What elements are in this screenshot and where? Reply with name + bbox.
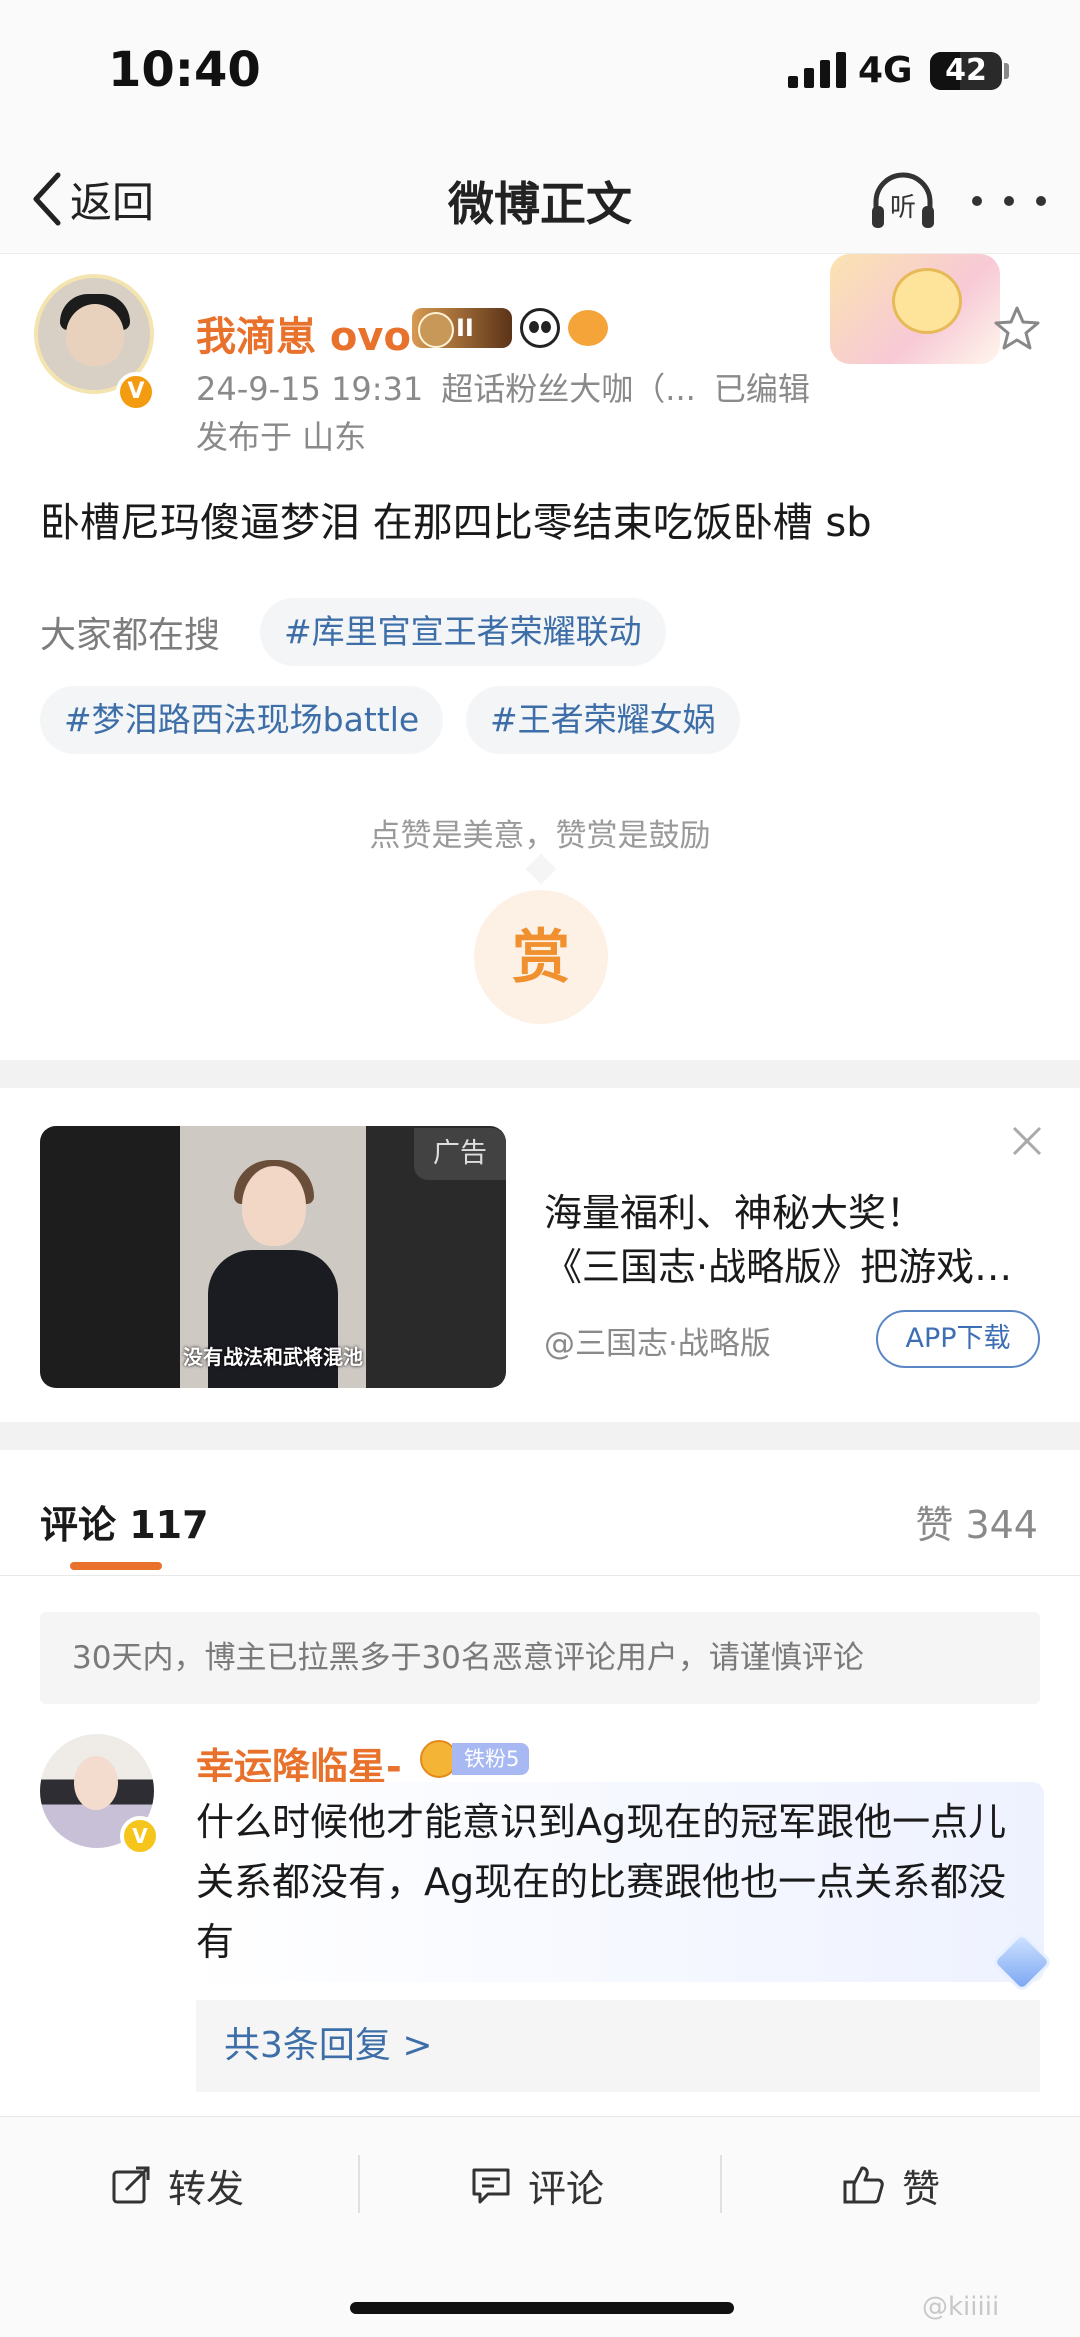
comment-text: 什么时候他才能意识到Ag现在的冠军跟他一点儿关系都没有，Ag现在的比赛跟他也一点… xyxy=(196,1800,1007,1964)
watermark: @kiiiii xyxy=(922,2292,1000,2322)
active-tab-indicator xyxy=(70,1562,162,1570)
post-location: 发布于 山东 xyxy=(196,418,367,456)
ad-video-subtitle: 没有战法和武将混池 xyxy=(183,1345,363,1369)
ad-title-line2: 《三国志·战略版》把游戏福利送给你 xyxy=(544,1245,1034,1289)
like-button[interactable]: 赞 xyxy=(842,2155,940,2215)
hot-tag[interactable]: #王者荣耀女娲 xyxy=(466,686,740,754)
fan-badge[interactable]: 铁粉5 xyxy=(420,1740,530,1778)
view-replies-button[interactable]: 共3条回复 > xyxy=(196,2000,1040,2092)
reward-button[interactable]: 赏 xyxy=(474,890,608,1024)
network-label: 4G xyxy=(858,50,913,91)
card-decoration-image xyxy=(830,254,1000,364)
section-divider xyxy=(0,1060,1080,1088)
headphones-icon: 听 xyxy=(872,172,934,228)
post-date: 24-9-15 19:31 xyxy=(196,370,424,408)
separator xyxy=(358,2155,360,2213)
ad-source: @三国志·战略版 xyxy=(544,1326,771,1362)
more-button[interactable] xyxy=(972,176,1046,226)
edited-label: 已编辑 xyxy=(713,370,810,408)
close-icon[interactable] xyxy=(1004,1118,1050,1164)
listen-button[interactable]: 听 xyxy=(868,168,938,234)
verified-icon: V xyxy=(120,1816,160,1856)
verified-icon: V xyxy=(116,372,156,412)
listen-label: 听 xyxy=(890,193,916,223)
ad-tag: 广告 xyxy=(414,1128,506,1180)
like-label: 赞 xyxy=(902,2166,941,2211)
tab-likes[interactable]: 赞 344 xyxy=(915,1494,1038,1549)
comment-notice: 30天内，博主已拉黑多于30名恶意评论用户，请谨慎评论 xyxy=(40,1612,1040,1704)
star-icon[interactable] xyxy=(992,304,1042,354)
repost-button[interactable]: 转发 xyxy=(110,2155,244,2215)
repost-icon xyxy=(112,2166,150,2204)
hot-tag[interactable]: #梦泪路西法现场battle xyxy=(40,686,444,754)
section-divider xyxy=(0,1422,1080,1450)
tab-comments[interactable]: 评论 117 xyxy=(40,1494,209,1549)
fish-icon xyxy=(568,310,608,346)
level-badge[interactable]: II xyxy=(412,308,512,348)
trending-label: 大家都在搜 xyxy=(40,615,221,656)
comment-button[interactable]: 评论 xyxy=(470,2155,604,2215)
back-label: 返回 xyxy=(70,177,155,227)
battery-level: 42 xyxy=(945,53,987,88)
status-time: 10:40 xyxy=(108,42,261,98)
panda-icon xyxy=(520,308,560,348)
comment-icon xyxy=(472,2168,510,2204)
ad-card[interactable]: 没有战法和武将混池 广告 海量福利、神秘大奖！ 《三国志·战略版》把游戏福利送给… xyxy=(0,1088,1080,1422)
hot-tag[interactable]: #库里官宣王者荣耀联动 xyxy=(260,598,666,666)
separator xyxy=(720,2155,722,2213)
ad-title-line1: 海量福利、神秘大奖！ xyxy=(544,1191,925,1235)
status-bar: 10:40 4G 42 xyxy=(0,0,1080,150)
comment-tabs: 评论 117 赞 344 xyxy=(0,1450,1080,1576)
signal-icon xyxy=(788,52,846,88)
nav-bar: 返回 微博正文 听 xyxy=(0,150,1080,254)
chevron-left-icon xyxy=(33,172,61,226)
reward-hint: 点赞是美意，赞赏是鼓励 xyxy=(369,818,711,854)
post-text: 卧槽尼玛傻逼梦泪 在那四比零结束吃饭卧槽 sb xyxy=(40,500,872,546)
repost-label: 转发 xyxy=(168,2166,245,2211)
battery-icon: 42 xyxy=(930,52,1002,90)
thumbs-up-icon xyxy=(843,2166,884,2204)
author-badges: II xyxy=(412,308,608,348)
post-card: V 我滴崽 ovo II 24-9-15 19:31 超话粉丝大咖（... 已编辑 … xyxy=(0,254,1080,1060)
back-button[interactable]: 返回 xyxy=(30,164,154,234)
post-source[interactable]: 超话粉丝大咖（... xyxy=(441,370,696,408)
fan-badge-label: 铁粉5 xyxy=(452,1743,530,1775)
post-meta: 24-9-15 19:31 超话粉丝大咖（... 已编辑 xyxy=(196,364,828,410)
home-indicator xyxy=(350,2302,734,2314)
reward-hint-pointer xyxy=(525,853,557,885)
author-name[interactable]: 我滴崽 ovo xyxy=(196,304,411,362)
comment-label: 评论 xyxy=(528,2166,605,2211)
battery-tip xyxy=(1004,63,1009,79)
app-download-button[interactable]: APP下载 xyxy=(876,1310,1040,1368)
